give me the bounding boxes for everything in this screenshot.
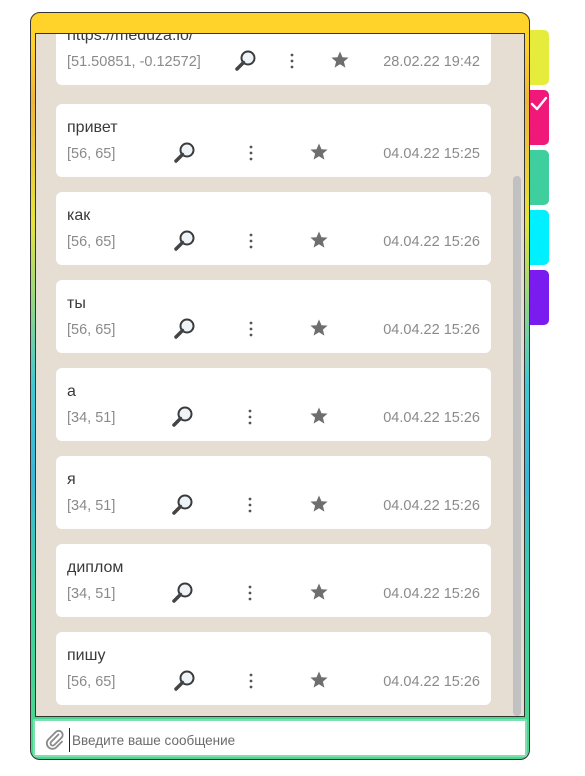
color-tab-purple[interactable] (530, 270, 549, 325)
message-list-scrollbar[interactable] (512, 38, 522, 716)
star-icon[interactable] (330, 50, 350, 70)
checkmark-icon (530, 96, 548, 111)
magnifier-icon[interactable] (234, 49, 258, 73)
message-list-panel: https://meduza.io/ [51.50851, -0.12572] … (35, 33, 525, 717)
message-text[interactable]: как (67, 207, 90, 225)
message-card: а [34, 51] 04.04.22 15:26 (56, 368, 491, 441)
paperclip-icon[interactable] (43, 728, 65, 750)
message-text[interactable]: ты (67, 295, 86, 313)
more-options-icon[interactable] (247, 144, 255, 162)
color-tab-cyan[interactable] (530, 210, 549, 265)
message-date: 04.04.22 15:26 (383, 410, 480, 426)
message-date: 28.02.22 19:42 (383, 54, 480, 70)
magnifier-icon[interactable] (173, 669, 197, 693)
color-tab-yellow[interactable] (530, 30, 549, 85)
chat-window: https://meduza.io/ [51.50851, -0.12572] … (30, 12, 530, 760)
message-coordinates: [56, 65] (67, 674, 116, 690)
message-text[interactable]: https://meduza.io/ (67, 34, 193, 45)
message-coordinates: [34, 51] (67, 498, 116, 514)
message-list: https://meduza.io/ [51.50851, -0.12572] … (36, 34, 514, 716)
message-card: https://meduza.io/ [51.50851, -0.12572] … (56, 34, 491, 85)
star-icon[interactable] (309, 230, 329, 250)
message-text[interactable]: привет (67, 119, 118, 137)
message-date: 04.04.22 15:26 (383, 322, 480, 338)
magnifier-icon[interactable] (173, 141, 197, 165)
scrollbar-thumb[interactable] (513, 176, 521, 716)
more-options-icon[interactable] (246, 496, 254, 514)
star-icon[interactable] (309, 318, 329, 338)
message-date: 04.04.22 15:25 (383, 146, 480, 162)
star-icon[interactable] (309, 670, 329, 690)
magnifier-icon[interactable] (173, 317, 197, 341)
message-card: ты [56, 65] 04.04.22 15:26 (56, 280, 491, 353)
more-options-icon[interactable] (247, 320, 255, 338)
message-composer (33, 719, 527, 757)
more-options-icon[interactable] (246, 408, 254, 426)
message-card: диплом [34, 51] 04.04.22 15:26 (56, 544, 491, 617)
message-coordinates: [56, 65] (67, 146, 116, 162)
message-card: привет [56, 65] 04.04.22 15:25 (56, 104, 491, 177)
color-tab-pink[interactable] (530, 90, 549, 145)
message-card: как [56, 65] 04.04.22 15:26 (56, 192, 491, 265)
message-date: 04.04.22 15:26 (383, 586, 480, 602)
message-text[interactable]: диплом (67, 559, 123, 577)
message-text[interactable]: а (67, 383, 76, 401)
magnifier-icon[interactable] (171, 493, 195, 517)
message-date: 04.04.22 15:26 (383, 498, 480, 514)
star-icon[interactable] (309, 582, 329, 602)
magnifier-icon[interactable] (173, 229, 197, 253)
message-card: я [34, 51] 04.04.22 15:26 (56, 456, 491, 529)
more-options-icon[interactable] (247, 672, 255, 690)
star-icon[interactable] (309, 406, 329, 426)
star-icon[interactable] (309, 142, 329, 162)
message-coordinates: [34, 51] (67, 586, 116, 602)
more-options-icon[interactable] (247, 232, 255, 250)
more-options-icon[interactable] (246, 584, 254, 602)
more-options-icon[interactable] (288, 52, 296, 70)
message-coordinates: [56, 65] (67, 234, 116, 250)
star-icon[interactable] (309, 494, 329, 514)
message-card: пишу [56, 65] 04.04.22 15:26 (56, 632, 491, 705)
message-input[interactable] (69, 728, 514, 752)
magnifier-icon[interactable] (171, 581, 195, 605)
message-date: 04.04.22 15:26 (383, 674, 480, 690)
message-coordinates: [56, 65] (67, 322, 116, 338)
message-coordinates: [51.50851, -0.12572] (67, 54, 201, 70)
message-coordinates: [34, 51] (67, 410, 116, 426)
message-text[interactable]: я (67, 471, 76, 489)
magnifier-icon[interactable] (171, 405, 195, 429)
message-text[interactable]: пишу (67, 647, 105, 665)
message-date: 04.04.22 15:26 (383, 234, 480, 250)
color-tab-green[interactable] (530, 150, 549, 205)
